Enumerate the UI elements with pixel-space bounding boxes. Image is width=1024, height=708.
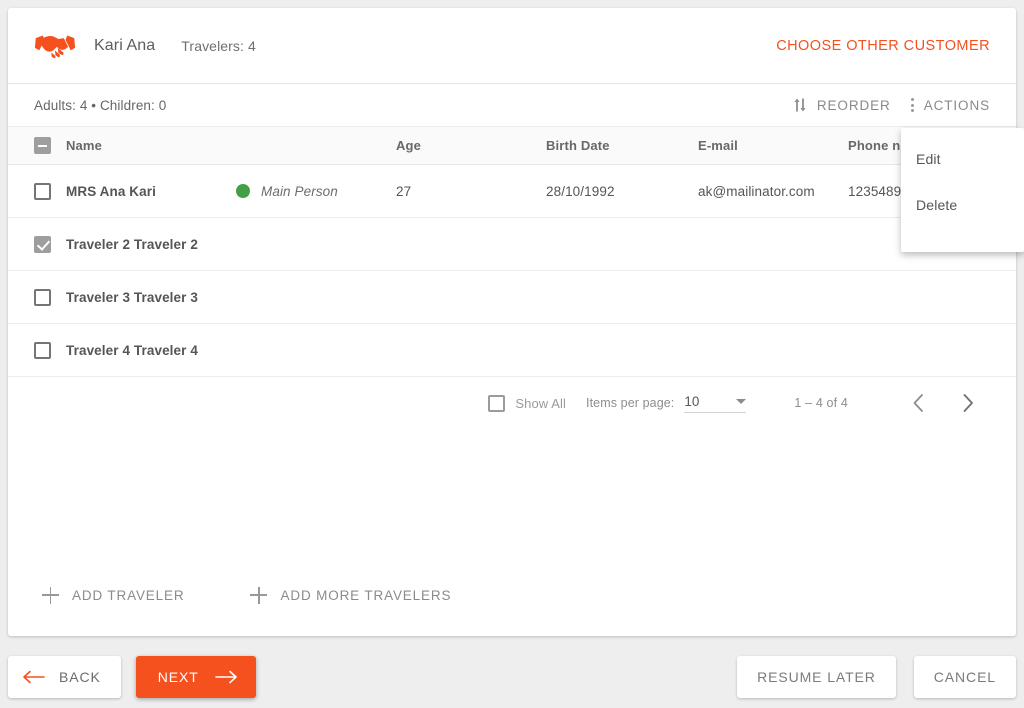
add-traveler-button[interactable]: ADD TRAVELER: [34, 581, 192, 610]
previous-page-button[interactable]: [904, 389, 932, 417]
table-row[interactable]: Traveler 3 Traveler 3: [8, 270, 1016, 324]
page-range-label: 1 – 4 of 4: [794, 396, 848, 410]
toolbar-actions-group: REORDER ACTIONS: [782, 91, 1000, 119]
table-row[interactable]: Traveler 2 Traveler 2: [8, 217, 1016, 271]
row-tag-label: Main Person: [261, 183, 338, 199]
cancel-button[interactable]: CANCEL: [913, 656, 1016, 698]
row-name[interactable]: MRS Ana Kari: [66, 164, 236, 218]
swap-vertical-icon: [794, 98, 806, 112]
row-email: ak@mailinator.com: [698, 164, 848, 218]
travelers-table: Name Age Birth Date E-mail Phone nu MRS …: [8, 126, 1016, 377]
add-more-travelers-button[interactable]: ADD MORE TRAVELERS: [242, 581, 459, 610]
reorder-button[interactable]: REORDER: [782, 91, 901, 119]
row-email: [698, 270, 848, 324]
row-email: [698, 217, 848, 271]
row-checkbox[interactable]: [34, 288, 51, 306]
travelers-count-label: Travelers: 4: [181, 37, 256, 54]
row-birth-date: 28/10/1992: [546, 164, 698, 218]
table-row[interactable]: Traveler 4 Traveler 4: [8, 323, 1016, 377]
pax-summary-label: Adults: 4 • Children: 0: [34, 97, 167, 113]
items-per-page-label: Items per page:: [586, 396, 675, 410]
select-all-header-cell: [8, 126, 66, 165]
row-age: [396, 323, 546, 377]
row-age: [396, 217, 546, 271]
header-tag: [236, 126, 396, 165]
row-select-cell: [8, 270, 66, 324]
row-phone: [848, 270, 1016, 324]
menu-item-delete[interactable]: Delete: [901, 182, 1024, 228]
arrow-right-icon: [214, 670, 237, 684]
actions-label: ACTIONS: [923, 97, 990, 113]
row-email: [698, 323, 848, 377]
back-label: BACK: [59, 669, 101, 685]
table-header-row: Name Age Birth Date E-mail Phone nu: [8, 126, 1016, 165]
row-birth-date: [546, 270, 698, 324]
travelers-card: Kari Ana Travelers: 4 CHOOSE OTHER CUSTO…: [8, 8, 1016, 636]
choose-other-customer-button[interactable]: CHOOSE OTHER CUSTOMER: [774, 32, 992, 60]
row-tag-cell: [236, 323, 396, 377]
row-birth-date: [546, 323, 698, 377]
main-person-dot-icon: [236, 184, 250, 198]
add-travelers-row: ADD TRAVELER ADD MORE TRAVELERS: [8, 554, 1016, 636]
row-name[interactable]: Traveler 3 Traveler 3: [66, 270, 236, 324]
header-age[interactable]: Age: [396, 126, 546, 165]
arrow-left-icon: [23, 670, 45, 684]
row-select-cell: [8, 323, 66, 377]
show-all-label: Show All: [515, 395, 567, 411]
chevron-left-icon: [913, 394, 923, 412]
row-name[interactable]: Traveler 4 Traveler 4: [66, 323, 236, 377]
items-per-page-select[interactable]: 10: [684, 393, 747, 413]
actions-dropdown-menu: Edit Delete: [901, 128, 1024, 252]
customer-name: Kari Ana: [94, 36, 156, 54]
row-age: 27: [396, 164, 546, 218]
row-phone: [848, 323, 1016, 377]
add-traveler-label: ADD TRAVELER: [72, 587, 185, 603]
row-select-cell: [8, 217, 66, 271]
row-tag-cell: Main Person: [236, 164, 396, 218]
header-birth-date[interactable]: Birth Date: [546, 126, 698, 165]
chevron-right-icon: [963, 394, 973, 412]
handshake-icon: [34, 35, 76, 58]
row-checkbox[interactable]: [34, 235, 51, 253]
table-toolbar: Adults: 4 • Children: 0 REORDER ACTIONS: [8, 84, 1016, 126]
plus-icon: [250, 586, 268, 604]
next-page-button[interactable]: [954, 389, 982, 417]
items-per-page-value: 10: [684, 393, 700, 409]
travelers-table-head: Name Age Birth Date E-mail Phone nu: [8, 126, 1016, 165]
kebab-menu-icon: [911, 97, 915, 113]
header-name[interactable]: Name: [66, 126, 236, 165]
header-email[interactable]: E-mail: [698, 126, 848, 165]
row-tag-cell: [236, 217, 396, 271]
plus-icon: [42, 586, 59, 604]
row-checkbox[interactable]: [34, 182, 51, 200]
next-button[interactable]: NEXT: [135, 656, 256, 698]
show-all-checkbox[interactable]: [488, 394, 506, 412]
back-button[interactable]: BACK: [8, 656, 121, 698]
menu-item-edit[interactable]: Edit: [901, 136, 1024, 182]
row-checkbox[interactable]: [34, 341, 51, 359]
next-label: NEXT: [157, 669, 199, 685]
travelers-table-body: MRS Ana Kari Main Person 27 28/10/1992 a…: [8, 164, 1016, 377]
show-all-toggle[interactable]: Show All: [488, 394, 567, 412]
row-select-cell: [8, 164, 66, 218]
table-row[interactable]: MRS Ana Kari Main Person 27 28/10/1992 a…: [8, 164, 1016, 218]
row-name[interactable]: Traveler 2 Traveler 2: [66, 217, 236, 271]
wizard-footer: BACK NEXT RESUME LATER CANCEL: [0, 646, 1024, 708]
chevron-down-icon: [736, 398, 747, 404]
select-all-checkbox[interactable]: [34, 137, 51, 155]
row-tag-cell: [236, 270, 396, 324]
customer-header: Kari Ana Travelers: 4 CHOOSE OTHER CUSTO…: [8, 8, 1016, 84]
reorder-label: REORDER: [816, 97, 891, 113]
actions-button[interactable]: ACTIONS: [901, 91, 1000, 119]
add-more-travelers-label: ADD MORE TRAVELERS: [280, 587, 452, 603]
resume-later-button[interactable]: RESUME LATER: [737, 656, 896, 698]
paginator: Show All Items per page: 10 1 – 4 of 4: [8, 377, 1016, 429]
row-age: [396, 270, 546, 324]
row-birth-date: [546, 217, 698, 271]
